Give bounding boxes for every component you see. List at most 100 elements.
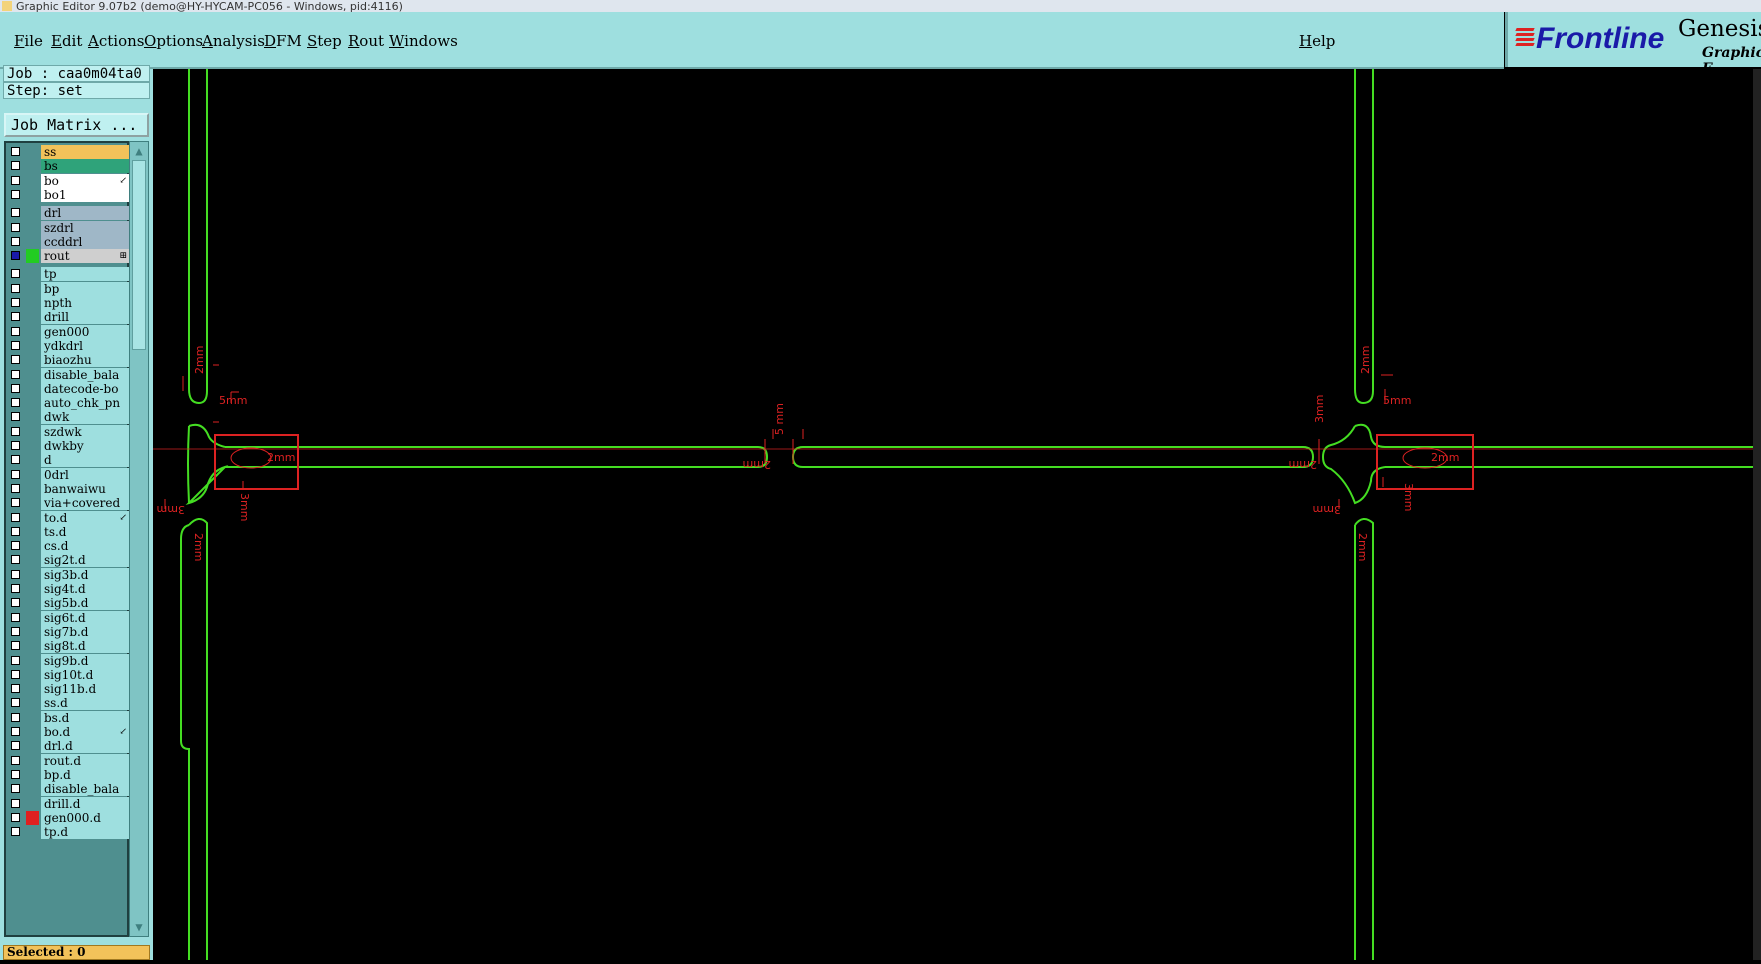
layer-checkbox[interactable]	[11, 161, 20, 171]
layer-checkbox[interactable]	[11, 555, 20, 565]
layer-checkbox[interactable]	[11, 569, 20, 579]
layer-color-swatch[interactable]	[26, 174, 39, 188]
graphic-canvas[interactable]: 2mm 5mm 2mm 3mm 2mm 3mm 2mm 5 mm 2mm 2mm…	[153, 69, 1761, 960]
layer-checkbox[interactable]	[11, 483, 20, 493]
layer-name[interactable]: sig2t.d	[41, 553, 129, 568]
layer-row[interactable]: via+covered	[8, 496, 129, 511]
layer-checkbox[interactable]	[11, 498, 20, 508]
layer-name[interactable]: tp	[41, 267, 129, 282]
layer-name[interactable]: szdwk	[41, 424, 129, 439]
layer-checkbox[interactable]	[11, 222, 20, 232]
layer-row[interactable]: sig4t.d	[8, 582, 129, 596]
layer-name[interactable]: banwaiwu	[41, 481, 129, 496]
layer-row[interactable]: d	[8, 453, 129, 468]
layer-row[interactable]: szdrl	[8, 220, 129, 235]
layer-row[interactable]: rout.d	[8, 753, 129, 768]
layer-color-swatch[interactable]	[26, 206, 39, 220]
layer-name[interactable]: drl	[41, 206, 129, 221]
layer-row[interactable]: disable_bala	[8, 782, 129, 797]
layer-color-swatch[interactable]	[26, 296, 39, 310]
layer-checkbox[interactable]	[11, 812, 20, 822]
layer-row[interactable]: ss	[8, 145, 129, 159]
layer-checkbox[interactable]	[11, 641, 20, 651]
layer-color-swatch[interactable]	[26, 639, 39, 653]
layer-checkbox[interactable]	[11, 283, 20, 293]
layer-name[interactable]: rout ⊞	[41, 249, 129, 264]
layer-color-swatch[interactable]	[26, 439, 39, 453]
layer-row[interactable]: bo1	[8, 187, 129, 202]
layer-name[interactable]: ts.d	[41, 524, 129, 539]
layer-color-swatch[interactable]	[26, 282, 39, 296]
layer-color-swatch[interactable]	[26, 382, 39, 396]
layer-row[interactable]: sig3b.d	[8, 567, 129, 582]
layer-row[interactable]: sig8t.d	[8, 639, 129, 654]
layer-row[interactable]: tp	[8, 267, 129, 282]
layer-color-swatch[interactable]	[26, 425, 39, 439]
layer-color-swatch[interactable]	[26, 368, 39, 382]
layer-name[interactable]: sig11b.d	[41, 682, 129, 697]
layer-checkbox[interactable]	[11, 512, 20, 522]
layer-checkbox[interactable]	[11, 612, 20, 622]
layer-name[interactable]: sig4t.d	[41, 582, 129, 596]
layer-color-swatch[interactable]	[26, 496, 39, 510]
layer-color-swatch[interactable]	[26, 611, 39, 625]
layer-name[interactable]: drill.d	[41, 796, 129, 811]
layer-row[interactable]: sig5b.d	[8, 596, 129, 611]
menu-help[interactable]: Help	[1299, 32, 1335, 50]
menu-file[interactable]: File	[14, 32, 43, 50]
layer-checkbox[interactable]	[11, 712, 20, 722]
layer-name[interactable]: bp	[41, 281, 129, 296]
menu-actions[interactable]: Actions	[88, 32, 144, 50]
layer-name[interactable]: sig5b.d	[41, 596, 129, 611]
layer-checkbox[interactable]	[11, 269, 20, 279]
layer-color-swatch[interactable]	[26, 711, 39, 725]
layer-row[interactable]: ydkdrl	[8, 338, 129, 353]
layer-color-swatch[interactable]	[26, 221, 39, 235]
menu-edit[interactable]: Edit	[51, 32, 82, 50]
menu-rout[interactable]: Rout	[348, 32, 384, 50]
layer-color-swatch[interactable]	[26, 797, 39, 811]
layer-row[interactable]: bo.d ↙	[8, 725, 129, 739]
layer-name[interactable]: d	[41, 453, 129, 468]
layer-name[interactable]: bs.d	[41, 710, 129, 725]
layer-name[interactable]: drl.d	[41, 739, 129, 754]
layer-checkbox[interactable]	[11, 441, 20, 450]
layer-color-swatch[interactable]	[26, 654, 39, 668]
layer-checkbox[interactable]	[11, 584, 20, 593]
layer-checkbox[interactable]	[11, 655, 20, 665]
layer-name[interactable]: szdrl	[41, 220, 129, 235]
layer-color-swatch[interactable]	[26, 511, 39, 525]
layer-row[interactable]: sig11b.d	[8, 682, 129, 697]
layer-checkbox[interactable]	[11, 398, 20, 408]
layer-name[interactable]: bs	[41, 159, 129, 174]
layer-checkbox[interactable]	[11, 827, 20, 837]
menu-windows[interactable]: Windows	[389, 32, 458, 50]
layer-name[interactable]: dwk	[41, 410, 129, 425]
layer-row[interactable]: sig7b.d	[8, 624, 129, 639]
menu-options[interactable]: Options	[144, 32, 203, 50]
layer-row[interactable]: biaozhu	[8, 353, 129, 368]
layer-name[interactable]: bo.d ↙	[41, 725, 129, 739]
layer-color-swatch[interactable]	[26, 782, 39, 796]
layer-checkbox[interactable]	[11, 208, 20, 218]
layer-checkbox[interactable]	[11, 469, 20, 479]
layer-row[interactable]: bs	[8, 159, 129, 174]
layer-name[interactable]: datecode-bo	[41, 381, 129, 396]
layer-row[interactable]: 0drl	[8, 467, 129, 482]
layer-checkbox[interactable]	[11, 369, 20, 379]
layer-name[interactable]: sig7b.d	[41, 624, 129, 639]
layer-color-swatch[interactable]	[26, 410, 39, 424]
layer-name[interactable]: sig3b.d	[41, 567, 129, 582]
layer-color-swatch[interactable]	[26, 453, 39, 467]
layer-row[interactable]: tp.d	[8, 825, 129, 840]
layer-row[interactable]: cs.d	[8, 539, 129, 554]
layer-name[interactable]: biaozhu	[41, 353, 129, 368]
layer-row[interactable]: datecode-bo	[8, 381, 129, 396]
layer-row[interactable]: ss.d	[8, 696, 129, 711]
layer-color-swatch[interactable]	[26, 325, 39, 339]
scroll-thumb[interactable]	[132, 160, 146, 350]
layer-color-swatch[interactable]	[26, 725, 39, 739]
layer-row[interactable]: sig6t.d	[8, 610, 129, 625]
layer-color-swatch[interactable]	[26, 235, 39, 249]
layer-checkbox[interactable]	[11, 455, 20, 465]
